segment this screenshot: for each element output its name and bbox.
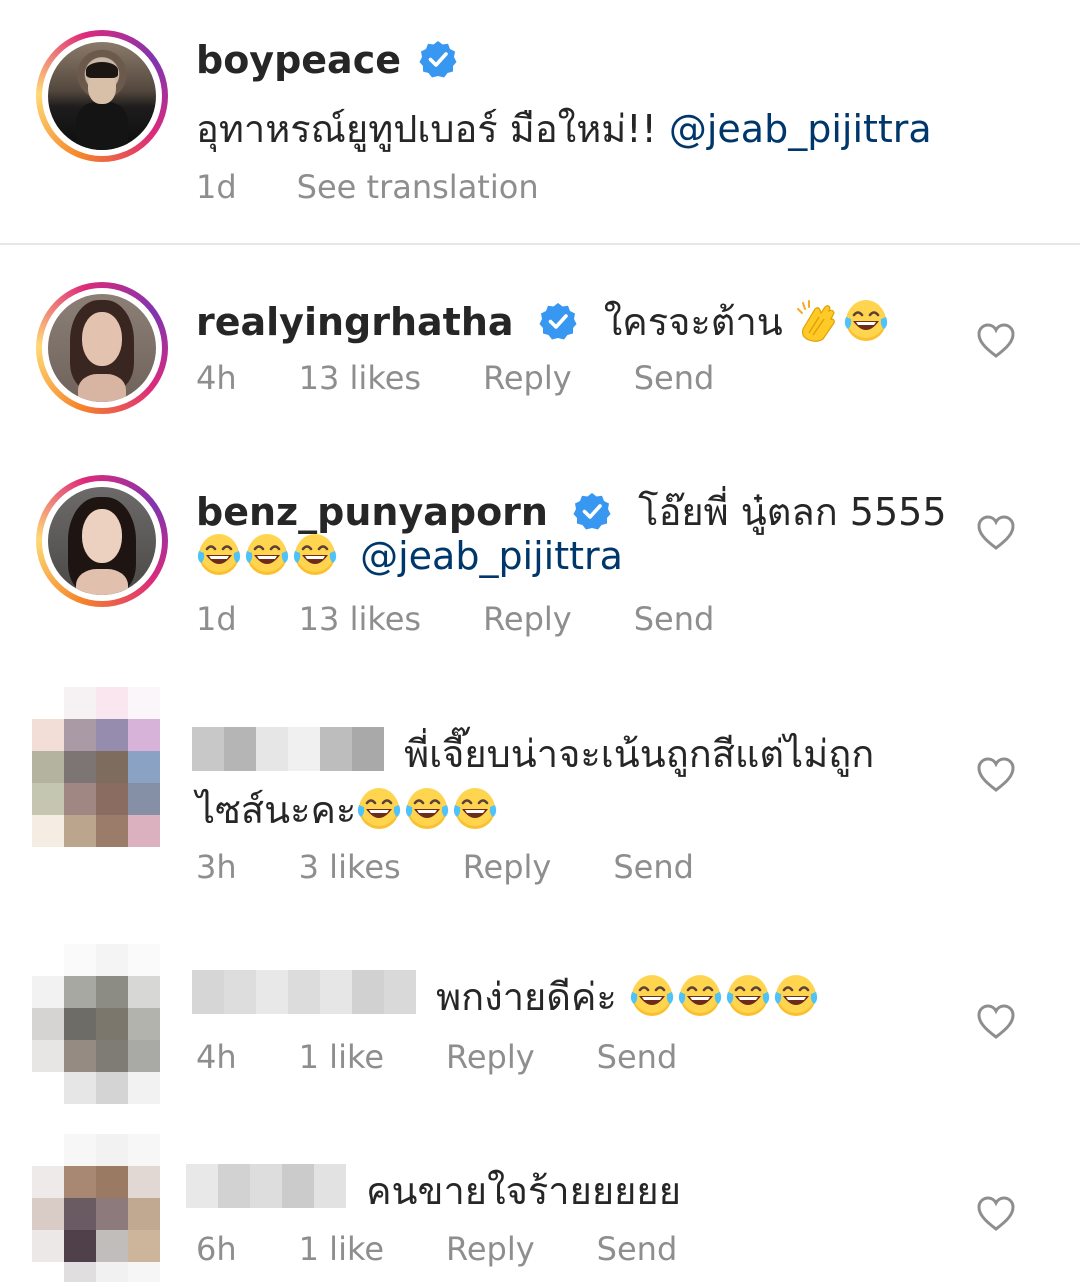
- see-translation-button[interactable]: See translation: [297, 168, 539, 206]
- comment-item: คนขายใจร้ายยยยย 6h 1 like Reply Send: [0, 1120, 1080, 1282]
- comment-username[interactable]: benz_punyaporn: [196, 490, 548, 534]
- likes-count[interactable]: 1 like: [299, 1230, 384, 1268]
- reply-button[interactable]: Reply: [446, 1230, 535, 1268]
- comment-meta: 3h 3 likes Reply Send: [196, 848, 756, 886]
- clapping-hands-icon: [795, 299, 841, 343]
- reply-button[interactable]: Reply: [463, 848, 552, 886]
- comment-meta: 1d 13 likes Reply Send: [196, 600, 776, 638]
- avatar[interactable]: [32, 687, 192, 847]
- verified-badge-icon: [538, 301, 578, 341]
- send-button[interactable]: Send: [597, 1230, 678, 1268]
- send-button[interactable]: Send: [597, 1038, 678, 1076]
- send-button[interactable]: Send: [634, 359, 715, 397]
- laughing-tears-icon: [356, 787, 402, 831]
- laughing-tears-icon: [292, 533, 338, 577]
- avatar[interactable]: [32, 944, 192, 1104]
- laughing-tears-icon: [452, 787, 498, 831]
- comment-item: พกง่ายดีค่ะ 4h 1 like Reply Send: [0, 920, 1080, 1120]
- avatar[interactable]: [36, 282, 168, 414]
- comment-time: 3h: [196, 848, 237, 886]
- likes-count[interactable]: 13 likes: [299, 359, 421, 397]
- post-username[interactable]: boypeace: [196, 38, 401, 82]
- avatar[interactable]: [36, 30, 168, 162]
- reply-button[interactable]: Reply: [483, 359, 572, 397]
- likes-count[interactable]: 13 likes: [299, 600, 421, 638]
- comment-text: พี่เจี๊ยบน่าจะเน้นถูกสีแต่ไม่ถูก: [404, 732, 875, 776]
- comment-text: พกง่ายดีค่ะ: [436, 975, 617, 1019]
- comment-meta: 4h 13 likes Reply Send: [196, 359, 776, 397]
- comment-text: ใครจะต้าน: [603, 300, 783, 344]
- post-author-row: boypeace: [196, 38, 458, 82]
- post-caption-text: อุทาหรณ์ยูทูปเบอร์ มือใหม่!! @jeab_pijit…: [196, 107, 932, 151]
- laughing-tears-icon: [244, 533, 290, 577]
- comment-meta: 4h 1 like Reply Send: [196, 1038, 739, 1076]
- like-heart-icon[interactable]: [976, 321, 1016, 361]
- blurred-username[interactable]: [192, 970, 416, 1014]
- comment-item: benz_punyaporn โอ๊ยพี่ นู๋ตลก 5555 @jeab…: [0, 435, 1080, 675]
- comment-time: 1d: [196, 600, 237, 638]
- comment-meta: 6h 1 like Reply Send: [196, 1230, 739, 1268]
- comment-text-line2: ไซส์นะคะ: [196, 788, 357, 832]
- avatar[interactable]: [36, 475, 168, 607]
- blurred-username[interactable]: [186, 1164, 346, 1208]
- reply-button[interactable]: Reply: [483, 600, 572, 638]
- post-meta: 1d See translation: [196, 168, 601, 206]
- avatar[interactable]: [32, 1134, 192, 1282]
- verified-badge-icon: [418, 39, 458, 79]
- like-heart-icon[interactable]: [976, 1002, 1016, 1042]
- post-time: 1d: [196, 168, 237, 206]
- comment-item: realyingrhatha ใครจะต้าน 4h 13 likes Rep…: [0, 245, 1080, 435]
- send-button[interactable]: Send: [613, 848, 694, 886]
- laughing-tears-icon: [725, 974, 771, 1018]
- verified-badge-icon: [572, 491, 612, 531]
- post-caption: boypeace อุทาหรณ์ยูทูปเบอร์ มือใหม่!! @j…: [0, 0, 1080, 243]
- comment-time: 4h: [196, 1038, 237, 1076]
- mention-link[interactable]: @jeab_pijittra: [360, 534, 623, 578]
- laughing-tears-icon: [629, 974, 675, 1018]
- comment-text: คนขายใจร้ายยยยย: [366, 1169, 681, 1213]
- mention-link[interactable]: @jeab_pijittra: [669, 107, 932, 151]
- send-button[interactable]: Send: [634, 600, 715, 638]
- comment-time: 6h: [196, 1230, 237, 1268]
- like-heart-icon[interactable]: [976, 1194, 1016, 1234]
- reply-button[interactable]: Reply: [446, 1038, 535, 1076]
- laughing-tears-icon: [404, 787, 450, 831]
- like-heart-icon[interactable]: [976, 755, 1016, 795]
- comment-username[interactable]: realyingrhatha: [196, 300, 514, 344]
- likes-count[interactable]: 1 like: [299, 1038, 384, 1076]
- laughing-tears-icon: [773, 974, 819, 1018]
- laughing-tears-icon: [843, 299, 889, 343]
- likes-count[interactable]: 3 likes: [299, 848, 401, 886]
- comment-text: โอ๊ยพี่ นู๋ตลก 5555: [638, 490, 947, 534]
- like-heart-icon[interactable]: [976, 513, 1016, 553]
- comment-time: 4h: [196, 359, 237, 397]
- laughing-tears-icon: [196, 533, 242, 577]
- comment-item: พี่เจี๊ยบน่าจะเน้นถูกสีแต่ไม่ถูก ไซส์นะค…: [0, 675, 1080, 920]
- blurred-username[interactable]: [192, 727, 384, 771]
- laughing-tears-icon: [677, 974, 723, 1018]
